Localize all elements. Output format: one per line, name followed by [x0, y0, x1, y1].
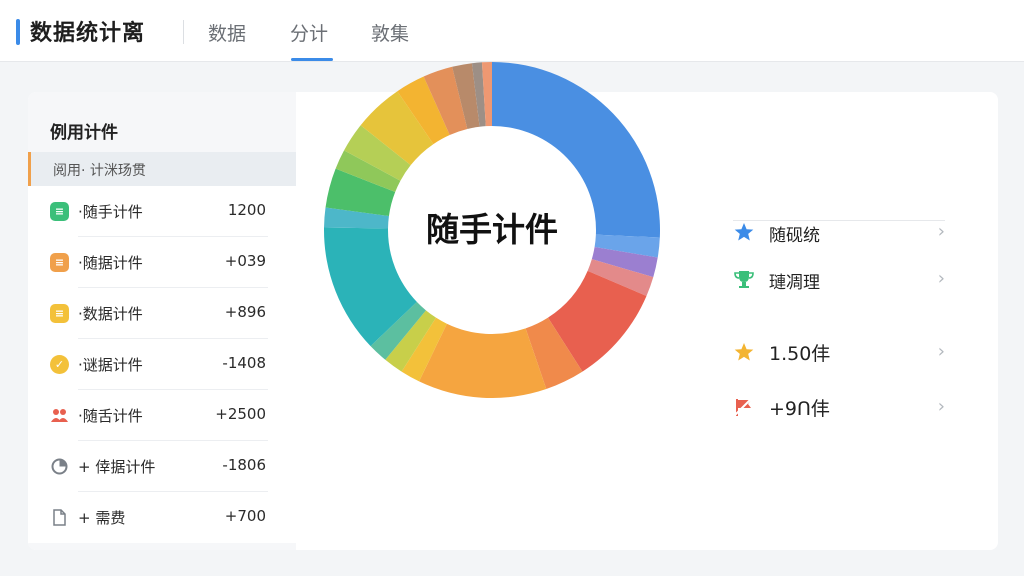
list-item-label: ·随舌计件: [78, 407, 143, 425]
title-accent-bar: [16, 19, 20, 45]
list-item[interactable]: + 倖据计件 -1806: [28, 441, 296, 492]
donut-center-label: 随手计件: [426, 210, 558, 249]
left-panel: 例用计件 阅用· 计洣玚贯 ≡ ·随手计件 1200 ≡ ·随据计件 +039 …: [28, 92, 296, 550]
chevron-right-icon: ›: [937, 341, 945, 362]
legend-divider: [733, 220, 945, 221]
chevron-right-icon: ›: [937, 396, 945, 417]
header-divider: [183, 20, 184, 44]
list-item-label: ·随据计件: [78, 254, 143, 272]
active-tab-indicator: [291, 58, 333, 61]
star-icon: [734, 223, 754, 241]
legend-item[interactable]: +9Ո仹 ›: [733, 392, 945, 422]
app-title: 数据统计离: [30, 21, 146, 46]
list-item-label: ·数据计件: [78, 305, 143, 323]
list-item-label: + 倖据计件: [78, 458, 156, 476]
legend-label: +9Ո仹: [769, 398, 830, 420]
list-item-value: +2500: [215, 405, 266, 423]
list-icon: ≡: [50, 253, 69, 272]
list-item[interactable]: + 需费 +700: [28, 492, 296, 543]
trophy-icon: [734, 271, 754, 288]
check-icon: ✓: [50, 355, 69, 374]
flag-icon: [734, 397, 753, 416]
list-icon: ≡: [50, 304, 69, 323]
legend-label: 随砚统: [769, 226, 820, 246]
tab-collect[interactable]: 敦集: [371, 19, 409, 46]
legend-item[interactable]: 1.50仹 ›: [733, 337, 945, 367]
list-item-value: -1806: [222, 456, 266, 474]
list-item-value: +700: [224, 507, 266, 525]
legend-label: 1.50仹: [769, 343, 831, 365]
pie-icon: [50, 457, 69, 476]
tab-stats[interactable]: 分计: [290, 19, 328, 46]
list-item[interactable]: ≡ ·随据计件 +039: [28, 237, 296, 288]
list-item[interactable]: ≡ ·数据计件 +896: [28, 288, 296, 339]
legend-item[interactable]: 璉凋理 ›: [733, 264, 945, 294]
list-item[interactable]: ·随舌计件 +2500: [28, 390, 296, 441]
list-item-value: -1408: [222, 354, 266, 372]
people-icon: [50, 406, 69, 425]
filter-row[interactable]: 阅用· 计洣玚贯: [28, 152, 296, 186]
list-item-label: ·谜据计件: [78, 356, 143, 374]
list-item[interactable]: ≡ ·随手计件 1200: [28, 186, 296, 237]
chevron-right-icon: ›: [937, 268, 945, 289]
list-item[interactable]: ✓ ·谜据计件 -1408: [28, 339, 296, 390]
panel-title: 例用计件: [50, 123, 118, 143]
top-header: 数据统计离 数据 分计 敦集: [0, 0, 1024, 62]
list-item-value: +039: [224, 252, 266, 270]
legend-label: 璉凋理: [769, 273, 820, 293]
tab-data[interactable]: 数据: [208, 19, 246, 46]
list-item-value: +896: [224, 303, 266, 321]
legend-item[interactable]: 随砚统 ›: [733, 217, 945, 247]
list-item-label: ·随手计件: [78, 203, 143, 221]
list-item-value: 1200: [227, 201, 266, 219]
chevron-right-icon: ›: [937, 221, 945, 242]
list-item-label: + 需费: [78, 509, 126, 527]
star-icon: [734, 343, 754, 361]
filter-label: 阅用· 计洣玚贯: [53, 163, 146, 179]
document-icon: [50, 508, 69, 527]
list-icon: ≡: [50, 202, 69, 221]
